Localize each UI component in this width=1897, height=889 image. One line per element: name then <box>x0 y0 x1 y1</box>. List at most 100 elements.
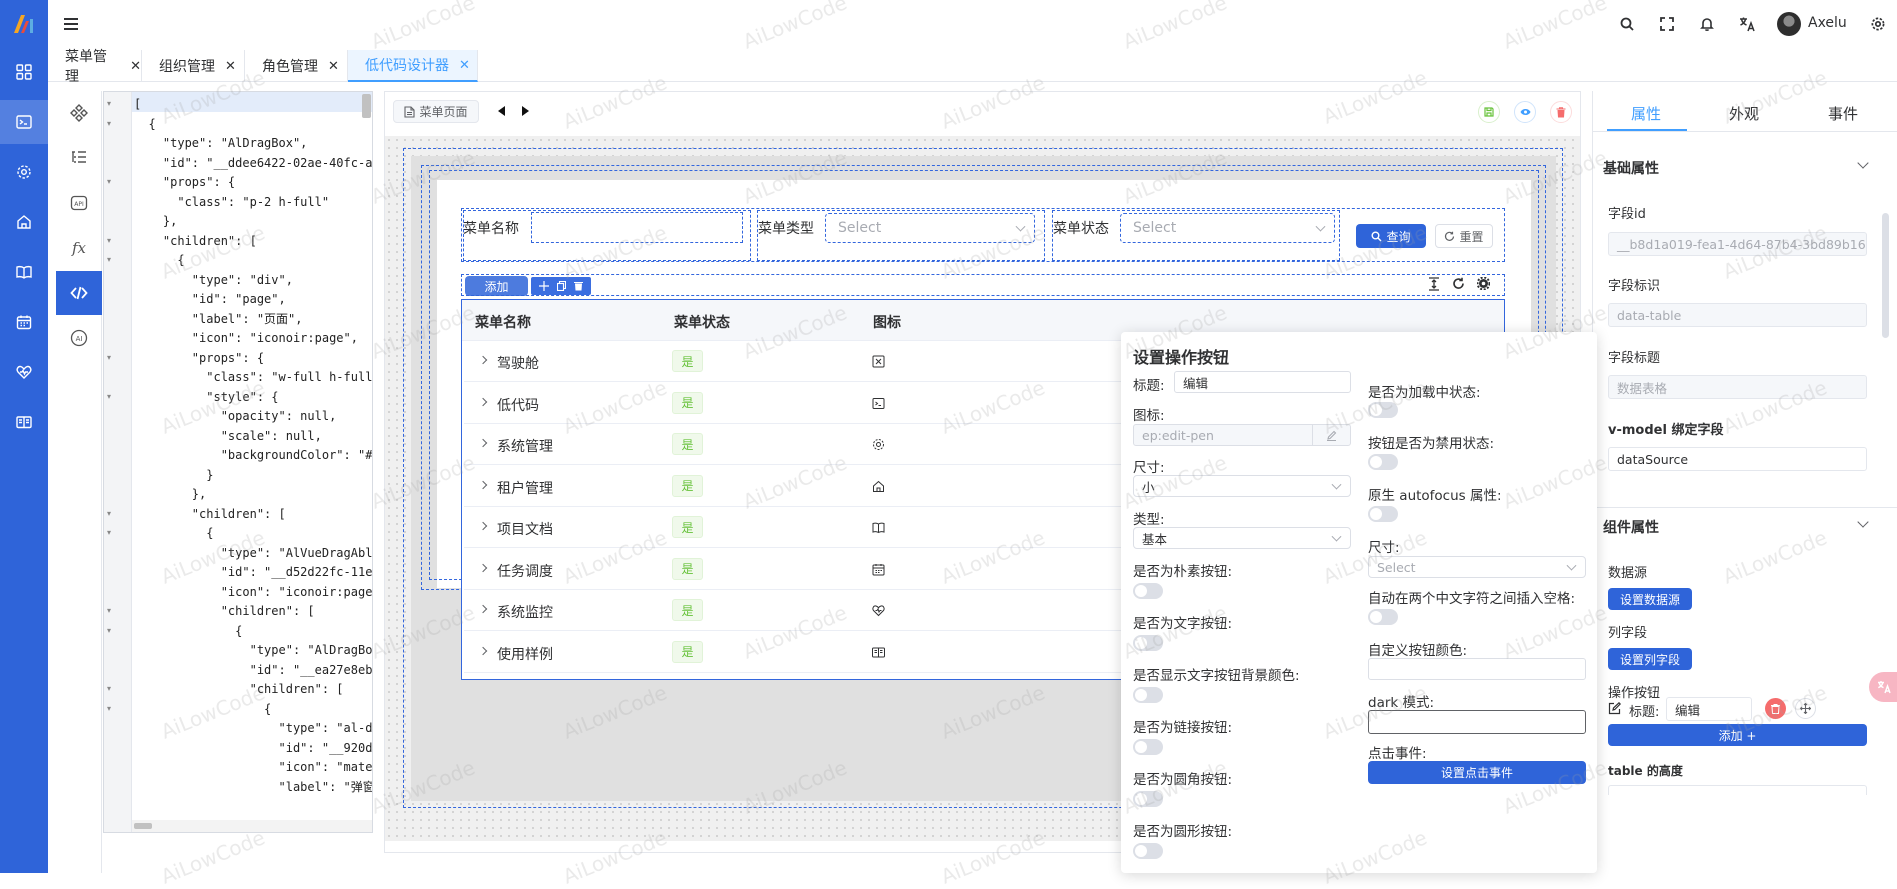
redo-arrow-icon[interactable] <box>521 106 529 116</box>
close-icon[interactable]: ✕ <box>130 59 141 74</box>
fold-arrow-icon[interactable]: ▾ <box>107 601 117 621</box>
circle-switch[interactable] <box>1133 843 1163 859</box>
gear-icon[interactable] <box>0 150 48 194</box>
component-action-bar[interactable] <box>531 277 591 295</box>
heart-pulse-icon[interactable] <box>0 350 48 394</box>
menu-status-select[interactable]: Select <box>1120 213 1335 243</box>
auto-space-switch[interactable] <box>1368 609 1398 625</box>
user-name[interactable]: Axelu <box>1808 15 1847 31</box>
book-icon[interactable] <box>0 250 48 294</box>
json-code-editor[interactable]: [ {▾ "type": "AlDragBox", "id": "__ddee6… <box>103 91 373 833</box>
v-model-input[interactable]: dataSource <box>1608 447 1867 471</box>
expand-arrow-icon[interactable] <box>478 646 488 655</box>
action-title-input[interactable]: 编辑 <box>1666 697 1752 721</box>
calendar-icon[interactable] <box>0 300 48 344</box>
fold-arrow-icon[interactable]: ▾ <box>107 231 117 251</box>
fold-arrow-icon[interactable]: ▾ <box>107 114 117 134</box>
expand-arrow-icon[interactable] <box>478 397 488 406</box>
close-icon[interactable]: ✕ <box>225 59 236 74</box>
undo-arrow-icon[interactable] <box>498 106 506 116</box>
translate-icon[interactable] <box>1739 16 1757 34</box>
tab-org-management[interactable]: 组织管理 ✕ <box>142 50 245 82</box>
api-icon[interactable]: API <box>56 181 102 225</box>
outline-tree-icon[interactable] <box>56 136 102 180</box>
home-icon[interactable] <box>0 200 48 244</box>
custom-color-input[interactable] <box>1368 658 1586 680</box>
chevron-down-icon[interactable] <box>1857 157 1869 169</box>
tab-lowcode-designer[interactable]: 低代码设计器 ✕ <box>348 50 478 82</box>
basic-props-section[interactable]: 基础属性 <box>1603 158 1659 178</box>
column-header[interactable]: 图标 <box>873 312 901 332</box>
copy-icon[interactable] <box>557 281 566 291</box>
delete-icon[interactable] <box>574 281 583 291</box>
expand-arrow-icon[interactable] <box>478 480 488 489</box>
close-icon[interactable]: ✕ <box>328 59 339 74</box>
fold-arrow-icon[interactable]: ▾ <box>107 504 117 524</box>
fold-arrow-icon[interactable]: ▾ <box>107 699 117 719</box>
set-columns-button[interactable]: 设置列字段 <box>1608 648 1692 670</box>
editor-scrollbar[interactable] <box>362 94 371 118</box>
edit-icon[interactable] <box>1608 702 1621 715</box>
bg-switch[interactable] <box>1133 687 1163 703</box>
loading-switch[interactable] <box>1368 402 1398 418</box>
manual-icon[interactable] <box>0 400 48 444</box>
settings-icon[interactable] <box>1477 277 1490 290</box>
autofocus-switch[interactable] <box>1368 506 1398 522</box>
editor-hscrollbar[interactable] <box>134 823 152 829</box>
text-switch[interactable] <box>1133 635 1163 651</box>
tab-role-management[interactable]: 角色管理 ✕ <box>245 50 348 82</box>
fold-arrow-icon[interactable]: ▾ <box>107 94 117 114</box>
tab-events[interactable]: 事件 <box>1828 103 1858 124</box>
fold-arrow-icon[interactable]: ▾ <box>107 523 117 543</box>
link-switch[interactable] <box>1133 739 1163 755</box>
reset-button[interactable]: 重置 <box>1435 224 1493 248</box>
fold-arrow-icon[interactable]: ▾ <box>107 387 117 407</box>
right-size-select[interactable]: Select <box>1368 556 1586 578</box>
field-id-input[interactable]: __b8d1a019-fea1-4d64-87b4-3bd89b16cc4 <box>1608 232 1867 256</box>
ai-icon[interactable]: AI <box>56 316 102 360</box>
query-button[interactable]: 查询 <box>1356 224 1426 248</box>
floating-translate-button[interactable] <box>1869 672 1897 702</box>
menu-toggle-icon[interactable] <box>64 18 78 30</box>
grid-icon[interactable] <box>0 50 48 94</box>
avatar[interactable] <box>1777 12 1801 36</box>
fold-arrow-icon[interactable]: ▾ <box>107 172 117 192</box>
menu-name-input[interactable] <box>531 212 743 243</box>
terminal-icon[interactable] <box>0 100 48 144</box>
add-action-button[interactable]: 添加 + <box>1608 724 1867 746</box>
expand-arrow-icon[interactable] <box>478 563 488 572</box>
button-title-input[interactable]: 编辑 <box>1174 371 1351 393</box>
disabled-switch[interactable] <box>1368 454 1398 470</box>
preview-eye-icon[interactable] <box>1514 101 1536 123</box>
function-icon[interactable]: fx <box>56 226 102 270</box>
delete-icon[interactable] <box>1550 101 1572 123</box>
gear-icon[interactable] <box>1870 16 1888 34</box>
close-icon[interactable]: ✕ <box>459 58 470 73</box>
expand-arrow-icon[interactable] <box>478 604 488 614</box>
component-props-section[interactable]: 组件属性 <box>1603 517 1659 537</box>
column-header[interactable]: 菜单名称 <box>475 312 531 332</box>
type-select[interactable]: 基本 <box>1133 527 1351 549</box>
fold-arrow-icon[interactable]: ▾ <box>107 679 117 699</box>
plain-switch[interactable] <box>1133 583 1163 599</box>
move-icon[interactable] <box>539 281 549 291</box>
edit-pen-icon[interactable] <box>1312 425 1350 445</box>
bell-icon[interactable] <box>1699 16 1717 34</box>
column-height-icon[interactable] <box>1428 277 1440 291</box>
fullscreen-icon[interactable] <box>1659 16 1677 34</box>
fold-arrow-icon[interactable]: ▾ <box>107 348 117 368</box>
expand-arrow-icon[interactable] <box>478 438 488 448</box>
panel-scrollbar[interactable] <box>1882 213 1889 338</box>
save-icon[interactable] <box>1478 101 1500 123</box>
drag-action-handle[interactable] <box>1795 698 1816 719</box>
field-key-input[interactable]: data-table <box>1608 303 1867 327</box>
expand-arrow-icon[interactable] <box>478 521 488 531</box>
code-icon[interactable] <box>56 271 102 315</box>
table-height-input[interactable] <box>1608 785 1867 795</box>
refresh-icon[interactable] <box>1452 277 1465 290</box>
app-logo[interactable] <box>0 2 48 46</box>
size-select[interactable]: 小 <box>1133 475 1351 497</box>
expand-arrow-icon[interactable] <box>478 355 488 365</box>
tab-menu-management[interactable]: 菜单管理 ✕ <box>48 49 142 85</box>
add-button[interactable]: 添加 <box>465 276 528 296</box>
